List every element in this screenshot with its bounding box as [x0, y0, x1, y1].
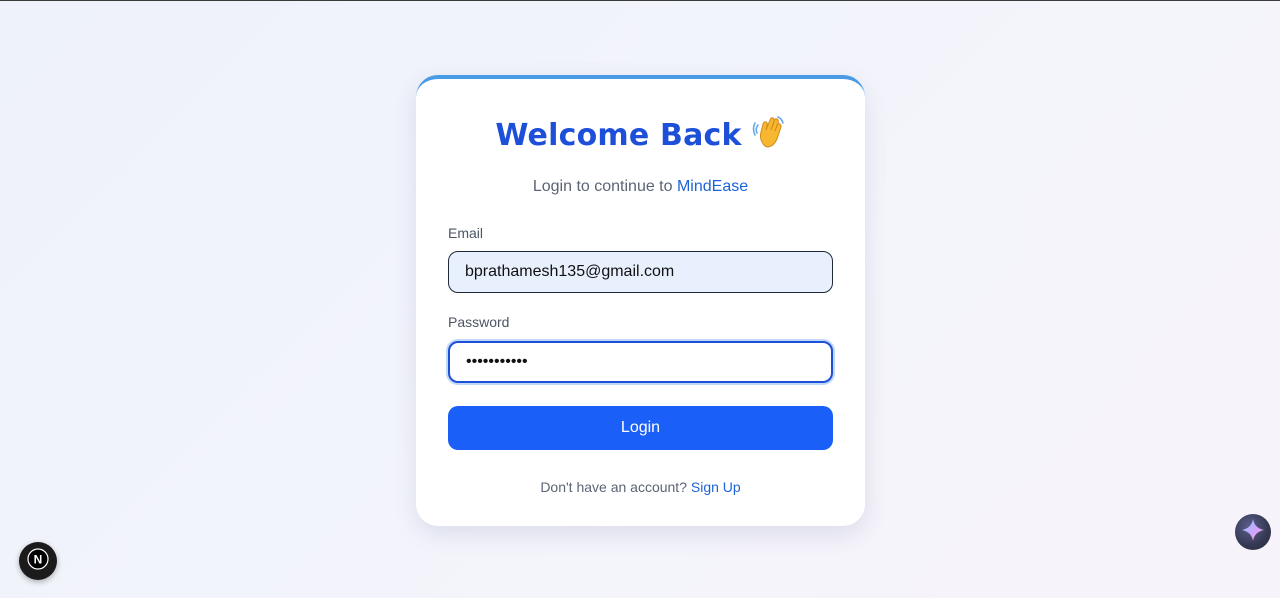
signup-prompt: Don't have an account? Sign Up [416, 479, 865, 495]
email-label: Email [448, 225, 484, 241]
signup-link[interactable]: Sign Up [691, 479, 741, 495]
svg-text:N: N [34, 552, 43, 566]
subtitle: Login to continue to MindEase [416, 178, 865, 196]
sparkle-icon [1240, 517, 1266, 548]
waving-hand-icon [752, 115, 786, 157]
page-title: Welcome Back [416, 115, 865, 157]
login-button[interactable]: Login [448, 406, 833, 450]
brand-name: MindEase [676, 178, 749, 195]
nextjs-logo-icon: N [27, 547, 49, 575]
login-card: Welcome Back Login to continue to MindEa… [416, 75, 865, 526]
ai-assistant-button[interactable] [1235, 514, 1271, 550]
title-text: Welcome Back [495, 118, 742, 153]
nextjs-dev-badge[interactable]: N [19, 542, 57, 580]
password-label: Password [448, 314, 510, 330]
password-field[interactable] [448, 341, 833, 383]
subtitle-prefix: Login to continue to [532, 178, 677, 195]
email-field[interactable] [448, 251, 833, 293]
signup-prompt-text: Don't have an account? [540, 479, 691, 495]
